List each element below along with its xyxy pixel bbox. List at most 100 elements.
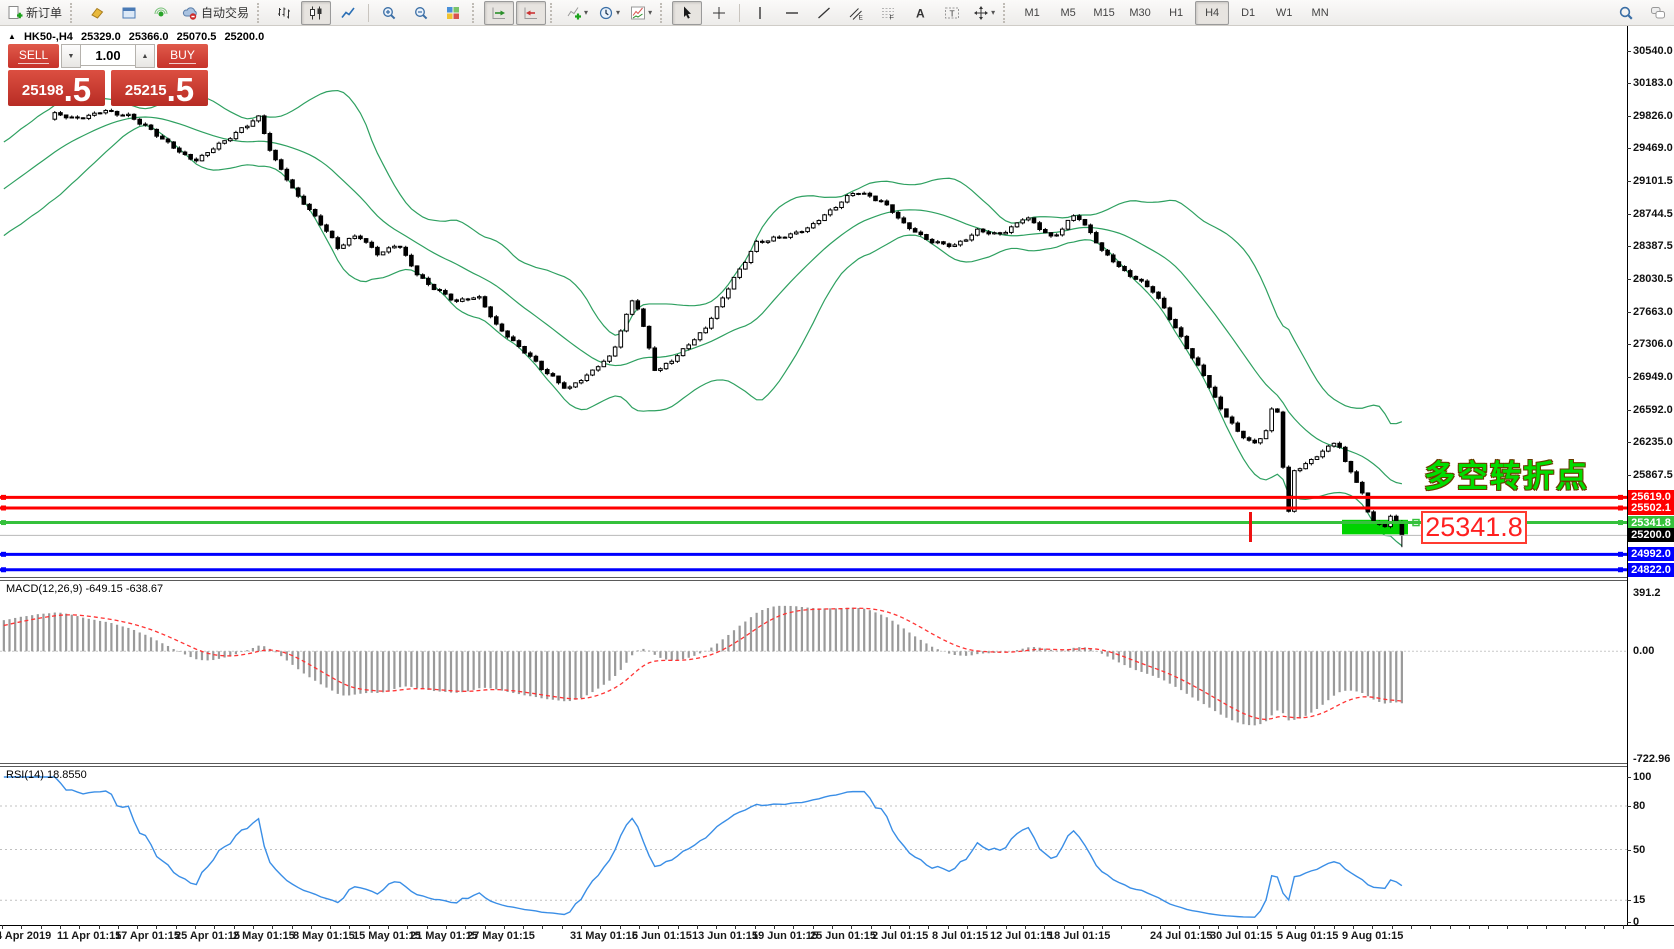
time-axis-tick (465, 925, 466, 929)
volume-input[interactable] (81, 44, 135, 66)
auto-scroll-button[interactable] (484, 1, 514, 25)
tf-d1[interactable]: D1 (1231, 1, 1265, 25)
volume-decrease-button[interactable]: ▼ (61, 44, 81, 68)
chevron-down-icon[interactable]: ▾ (991, 8, 995, 17)
tile-windows-button[interactable] (438, 1, 468, 25)
line-chart-button[interactable] (333, 1, 363, 25)
label-button[interactable]: T (937, 1, 967, 25)
tf-m1-label: M1 (1024, 7, 1039, 19)
rsi-splitter-line[interactable] (0, 763, 1627, 764)
tf-mn[interactable]: MN (1303, 1, 1337, 25)
tf-h4[interactable]: H4 (1195, 1, 1229, 25)
candlestick-chart-button[interactable] (301, 1, 331, 25)
chevron-down-icon[interactable]: ▾ (648, 8, 652, 17)
macd-splitter-line[interactable] (0, 577, 1627, 578)
fibonacci-button[interactable]: F (873, 1, 903, 25)
chart-shift-button[interactable] (516, 1, 546, 25)
chevron-down-icon[interactable]: ▾ (584, 8, 588, 17)
rsi-scale-tick (1627, 850, 1631, 851)
macd-panel-canvas[interactable] (0, 581, 1674, 763)
time-axis-line (0, 925, 1674, 926)
price-scale-label: 26592.0 (1633, 404, 1673, 416)
periods-button[interactable]: ▾ (594, 1, 624, 25)
time-axis-tick (1623, 925, 1624, 929)
channel-button[interactable]: E (841, 1, 871, 25)
tf-mn-label: MN (1312, 7, 1329, 19)
time-axis-tick (1565, 925, 1566, 929)
cursor-button[interactable] (672, 1, 702, 25)
sell-price-display[interactable]: 25198.5 (8, 70, 105, 106)
zoom-out-icon (413, 5, 429, 21)
vertical-line-button[interactable] (745, 1, 775, 25)
tf-m30[interactable]: M30 (1123, 1, 1157, 25)
price-scale-tick (1627, 475, 1631, 476)
journal-icon (89, 5, 105, 21)
price-chart-canvas[interactable] (0, 26, 1674, 578)
time-axis-tick (137, 925, 138, 929)
zoom-out-button[interactable] (406, 1, 436, 25)
time-axis-tick (1314, 925, 1315, 929)
tf-m15[interactable]: M15 (1087, 1, 1121, 25)
time-axis-label: 2 Jul 01:15 (872, 930, 928, 942)
chat-button[interactable] (1643, 1, 1673, 25)
tf-h1[interactable]: H1 (1159, 1, 1193, 25)
auto-scroll-icon (491, 5, 507, 21)
signals-button[interactable] (146, 1, 176, 25)
red-marker-object[interactable] (1249, 512, 1252, 542)
time-axis-tick (1257, 925, 1258, 929)
collapse-triangle-icon[interactable]: ▲ (8, 32, 16, 41)
time-axis-tick (1585, 925, 1586, 929)
price-scale-label: 29826.0 (1633, 110, 1673, 122)
price-scale-label: 29101.5 (1633, 175, 1673, 187)
buy-button[interactable]: BUY (157, 44, 208, 68)
horizontal-line-button[interactable] (777, 1, 807, 25)
new-order-button-label: 新订单 (26, 4, 62, 21)
rsi-panel-canvas[interactable] (0, 766, 1674, 925)
sell-button[interactable]: SELL (8, 44, 59, 68)
new-order-button[interactable]: 新订单 (3, 1, 66, 25)
new-window-button[interactable] (114, 1, 144, 25)
buy-price-display[interactable]: 25215.5 (111, 70, 208, 106)
time-axis-label: 6 Jun 01:15 (632, 930, 692, 942)
turning-point-annotation[interactable]: 多空转折点 (1424, 451, 1589, 496)
templates-button[interactable]: ▾ (626, 1, 656, 25)
time-axis-tick (948, 925, 949, 929)
search-button[interactable] (1611, 1, 1641, 25)
rsi-scale-label: 80 (1633, 800, 1645, 812)
chat-icon (1650, 5, 1666, 21)
arrows-button[interactable]: ▾ (969, 1, 999, 25)
tf-m5-label: M5 (1060, 7, 1075, 19)
chevron-down-icon[interactable]: ▾ (616, 8, 620, 17)
crosshair-button[interactable] (704, 1, 734, 25)
price-callout-label[interactable]: 25341.8 (1421, 511, 1527, 544)
time-axis-tick (1353, 925, 1354, 929)
volume-increase-button[interactable]: ▲ (135, 44, 155, 68)
tf-m5[interactable]: M5 (1051, 1, 1085, 25)
price-scale-tick (1627, 214, 1631, 215)
time-axis-tick (658, 925, 659, 929)
price-scale-tick (1627, 312, 1631, 313)
tf-w1[interactable]: W1 (1267, 1, 1301, 25)
tf-m15-label: M15 (1093, 7, 1114, 19)
auto-trading-button[interactable]: 自动交易 (178, 1, 253, 25)
text-button[interactable]: A (905, 1, 935, 25)
journal-button[interactable] (82, 1, 112, 25)
price-scale-label: 25867.5 (1633, 469, 1673, 481)
tf-h1-label: H1 (1169, 7, 1183, 19)
chart-shift-icon (523, 5, 539, 21)
time-axis-tick (832, 925, 833, 929)
price-scale-tick (1627, 279, 1631, 280)
tf-m1[interactable]: M1 (1015, 1, 1049, 25)
price-scale-tick (1627, 51, 1631, 52)
bar-chart-button[interactable] (269, 1, 299, 25)
time-axis-tick (1295, 925, 1296, 929)
time-axis-tick (1392, 925, 1393, 929)
trendline-button[interactable] (809, 1, 839, 25)
time-axis-tick (871, 925, 872, 929)
rsi-scale-tick (1627, 900, 1631, 901)
price-level-label: 24822.0 (1628, 563, 1674, 577)
indicators-button[interactable]: ▾ (562, 1, 592, 25)
macd-scale-label: 391.2 (1633, 587, 1661, 599)
zoom-in-button[interactable] (374, 1, 404, 25)
time-axis-label: 5 Aug 01:15 (1277, 930, 1338, 942)
